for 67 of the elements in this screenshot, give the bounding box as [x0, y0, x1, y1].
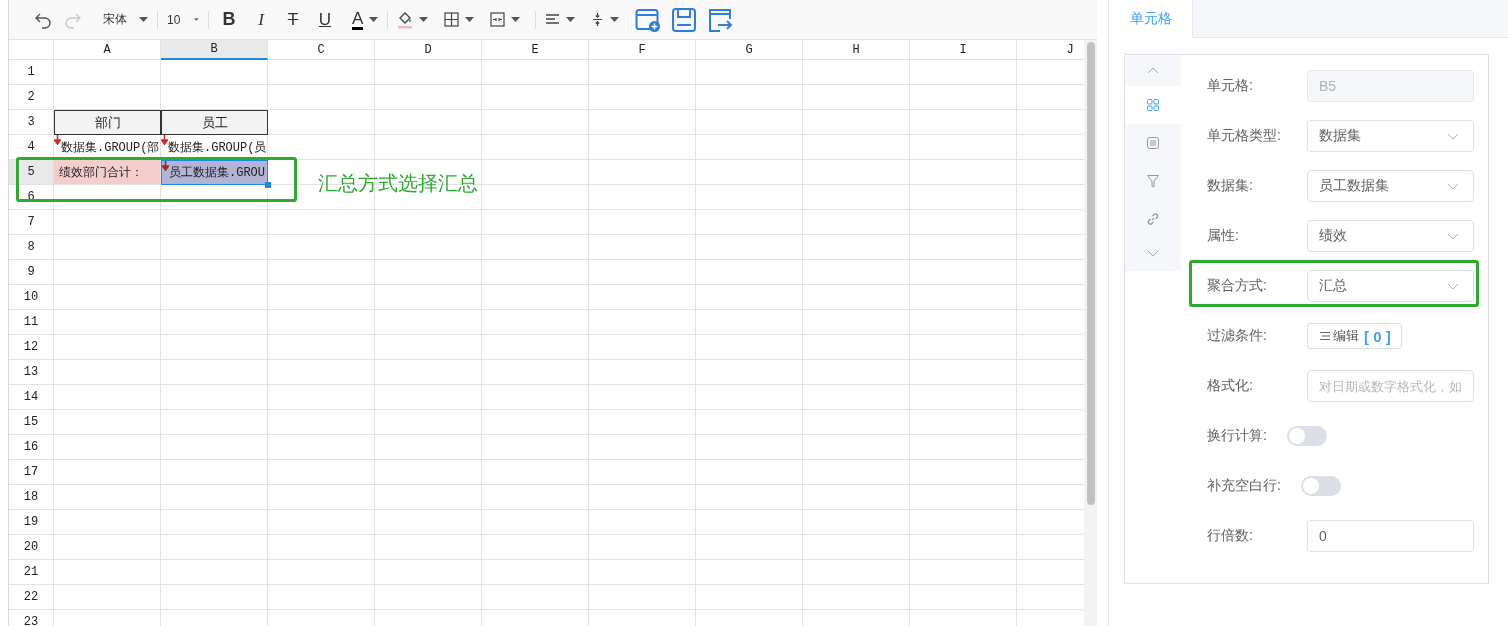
caret-icon	[465, 17, 475, 22]
chevron-down-icon	[1447, 132, 1459, 140]
field-label: 数据集:	[1207, 177, 1254, 195]
chevron-down-icon	[1447, 182, 1459, 190]
table-cell[interactable]: 绩效部门合计：	[54, 160, 161, 185]
arrow-down-icon	[162, 161, 169, 171]
grid-icon	[444, 12, 460, 27]
save-icon	[671, 6, 698, 33]
grid-icon	[1147, 99, 1159, 111]
caret-icon	[139, 17, 148, 22]
export-icon	[707, 6, 734, 33]
chevron-up-icon	[1147, 67, 1159, 74]
merge-cells-icon	[490, 12, 506, 27]
nav-item[interactable]	[1125, 86, 1181, 124]
edit-button[interactable]: 编辑 [ 0 ]	[1307, 323, 1402, 349]
caret-icon	[566, 17, 576, 22]
caret-icon	[419, 17, 429, 22]
field-label: 聚合方式:	[1207, 277, 1268, 295]
field-label: 格式化:	[1207, 377, 1254, 395]
input-field[interactable]: 0	[1307, 520, 1474, 552]
select-field[interactable]: 汇总	[1307, 270, 1474, 302]
field-label: 过滤条件:	[1207, 327, 1268, 345]
readonly-field: B5	[1307, 70, 1474, 102]
underline-button[interactable]: U	[309, 5, 341, 34]
chevron-down-icon	[1447, 232, 1459, 240]
table-cell[interactable]: 员工数据集.GROU	[161, 160, 268, 185]
chevron-down-icon	[1447, 282, 1459, 290]
italic-button[interactable]: I	[245, 5, 277, 34]
vertical-align-icon	[591, 12, 605, 27]
color-button[interactable]: A	[347, 5, 384, 34]
caret-icon	[610, 17, 620, 22]
filter-icon	[1147, 174, 1159, 188]
link-icon	[1147, 213, 1159, 225]
field-label: 换行计算:	[1207, 427, 1267, 445]
arrow-down-icon	[161, 135, 168, 145]
input-field[interactable]: 对日期或数字格式化，如	[1307, 370, 1474, 402]
row-number[interactable]: 5	[9, 160, 54, 185]
toggle-switch[interactable]	[1286, 426, 1327, 446]
field-label: 单元格:	[1207, 77, 1254, 95]
field-label: 补充空白行:	[1207, 477, 1281, 495]
annotation-text: 汇总方式选择汇总	[318, 171, 478, 196]
column-header[interactable]: B	[161, 40, 268, 60]
strike-button[interactable]: T	[277, 5, 309, 34]
caret-icon	[194, 17, 199, 22]
fill-handle[interactable]	[265, 182, 271, 188]
toggle-switch[interactable]	[1300, 476, 1341, 496]
field-label: 行倍数:	[1207, 527, 1254, 545]
table-cell[interactable]: 部门	[54, 110, 161, 135]
align-left-icon	[545, 13, 561, 26]
menu-icon	[1320, 332, 1330, 340]
paint-bucket-icon	[397, 10, 414, 29]
font-size-dropdown[interactable]: 10	[162, 5, 204, 34]
select-field[interactable]: 数据集	[1307, 120, 1474, 152]
select-field[interactable]: 员工数据集	[1307, 170, 1474, 202]
font-dropdown[interactable]: 宋体	[93, 5, 153, 34]
select-field[interactable]: 绩效	[1307, 220, 1474, 252]
list-icon	[1147, 137, 1159, 149]
caret-icon	[369, 17, 379, 22]
field-label: 属性:	[1207, 227, 1240, 245]
bold-button[interactable]: B	[213, 5, 245, 34]
chevron-down-icon	[1147, 250, 1159, 257]
table-cell[interactable]: 员工	[161, 110, 268, 135]
caret-icon	[511, 17, 521, 22]
scrollbar-thumb[interactable]	[1087, 42, 1095, 505]
arrow-down-icon	[54, 135, 61, 145]
field-label: 单元格类型:	[1207, 127, 1282, 145]
window-plus-icon	[635, 6, 662, 33]
